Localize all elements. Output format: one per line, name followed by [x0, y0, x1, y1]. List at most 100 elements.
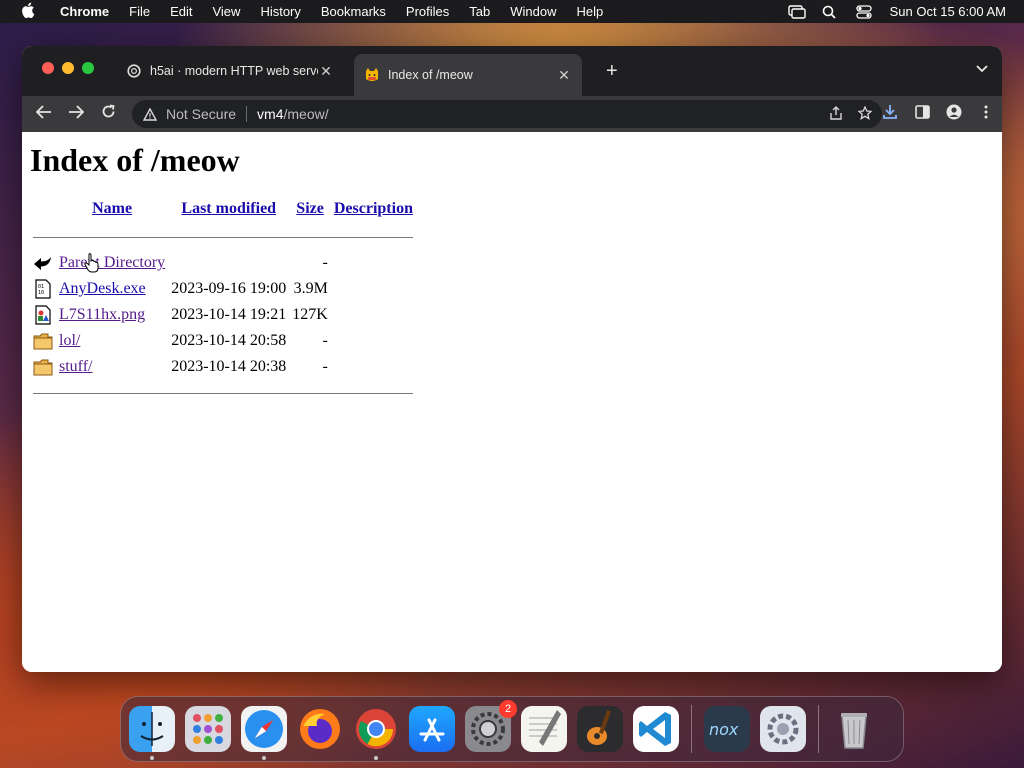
side-panel-icon[interactable] [914, 104, 930, 120]
control-center-icon[interactable] [855, 4, 872, 19]
firefox-icon[interactable] [297, 706, 343, 752]
reload-icon[interactable] [92, 104, 124, 124]
notification-badge: 2 [499, 700, 517, 718]
svg-text:10: 10 [38, 290, 44, 296]
address-bar[interactable]: Not Secure vm4/meow/ [132, 100, 882, 128]
menu-bookmarks[interactable]: Bookmarks [321, 4, 386, 19]
row-size-cell: 3.9M [293, 280, 328, 297]
row-description-cell [331, 250, 416, 276]
folder-link-stuff[interactable]: stuff/ [59, 358, 92, 375]
row-description-cell [331, 328, 416, 354]
finder-icon[interactable] [129, 706, 175, 760]
vscode-icon[interactable] [633, 706, 679, 752]
safari-icon[interactable] [241, 706, 287, 760]
garageband-icon[interactable] [577, 706, 623, 752]
security-label[interactable]: Not Secure [166, 106, 236, 122]
directory-listing-table: Name Last modified Size Description Pare… [30, 194, 416, 406]
menubar-clock[interactable]: Sun Oct 15 6:00 AM [890, 4, 1006, 19]
tab-strip: h5ai · modern HTTP web server ✕ Index of… [22, 46, 1002, 96]
toolbar-actions [882, 104, 994, 120]
row-modified-cell [168, 250, 289, 276]
row-name-cell: L7S11hx.png [56, 302, 168, 328]
row-size-cell: - [322, 254, 328, 271]
separator-row [30, 380, 416, 406]
menu-app-chrome[interactable]: Chrome [60, 4, 109, 19]
back-arrow-icon[interactable] [28, 104, 60, 124]
sort-by-size-link[interactable]: Size [296, 200, 324, 217]
minimize-window-button[interactable] [62, 62, 74, 74]
share-icon[interactable] [830, 106, 842, 123]
svg-text:nox: nox [709, 720, 739, 739]
screen-mirroring-icon[interactable] [787, 4, 806, 19]
table-header-row: Name Last modified Size Description [30, 194, 416, 224]
settings-gear-icon[interactable] [760, 706, 806, 752]
system-preferences-icon[interactable]: 2 [465, 700, 517, 752]
header-modified-cell: Last modified [168, 194, 289, 224]
app-store-icon[interactable] [409, 706, 455, 752]
menu-file[interactable]: File [129, 4, 150, 19]
tab-index-of-meow[interactable]: Index of /meow ✕ [354, 54, 582, 96]
bookmark-star-icon[interactable] [857, 105, 873, 123]
row-name-cell: lol/ [56, 328, 168, 354]
row-description-cell [331, 276, 416, 302]
back-icon [34, 257, 51, 270]
separator-row [30, 224, 416, 250]
file-link-anydesk[interactable]: AnyDesk.exe [59, 280, 146, 297]
window-controls [42, 62, 94, 74]
close-tab-icon[interactable]: ✕ [318, 63, 334, 80]
image-file-icon [35, 305, 51, 325]
table-row: stuff/ 2023-10-14 20:38 - [30, 354, 416, 380]
menu-bar: Chrome File Edit View History Bookmarks … [0, 0, 1024, 23]
page-title: Index of /meow [30, 142, 240, 178]
menu-tab[interactable]: Tab [469, 4, 490, 19]
tab-title: h5ai · modern HTTP web server [150, 64, 318, 78]
row-size-cell: - [322, 358, 328, 375]
tab-h5ai[interactable]: h5ai · modern HTTP web server ✕ [116, 54, 344, 88]
sort-by-last-modified-link[interactable]: Last modified [181, 200, 276, 217]
header-size-cell: Size [289, 194, 331, 224]
nox-player-icon[interactable]: nox [704, 706, 750, 752]
h5ai-favicon-icon [126, 63, 142, 79]
sort-by-name-link[interactable]: Name [92, 200, 132, 217]
menu-view[interactable]: View [212, 4, 240, 19]
tab-title: Index of /meow [388, 68, 473, 82]
spotlight-search-icon[interactable] [822, 5, 838, 19]
row-modified-cell: 2023-10-14 19:21 [171, 306, 287, 323]
not-secure-warning-icon[interactable] [142, 106, 158, 122]
apple-menu-icon[interactable] [18, 2, 38, 22]
row-size-cell: 127K [292, 306, 328, 323]
tab-search-chevron-icon[interactable] [976, 62, 988, 76]
row-name-cell: Parent Directory [56, 250, 168, 276]
menu-window[interactable]: Window [510, 4, 556, 19]
trash-icon[interactable] [831, 706, 877, 752]
chrome-menu-kebab-icon[interactable] [978, 104, 994, 120]
forward-arrow-icon[interactable] [60, 104, 92, 124]
new-tab-plus-icon[interactable]: + [606, 60, 618, 83]
sort-by-description-link[interactable]: Description [334, 200, 413, 217]
dock-separator [818, 705, 819, 753]
folder-link-lol[interactable]: lol/ [59, 332, 80, 349]
row-description-cell [331, 354, 416, 380]
menu-help[interactable]: Help [577, 4, 604, 19]
running-indicator [374, 756, 378, 760]
menu-edit[interactable]: Edit [170, 4, 192, 19]
zoom-window-button[interactable] [82, 62, 94, 74]
close-window-button[interactable] [42, 62, 54, 74]
hand-pointer-cursor-icon [84, 253, 99, 273]
launchpad-icon[interactable] [185, 706, 231, 752]
table-row: L7S11hx.png 2023-10-14 19:21 127K [30, 302, 416, 328]
profile-avatar-icon[interactable] [946, 104, 962, 120]
folder-icon [33, 359, 53, 376]
row-icon-cell [30, 354, 56, 380]
folder-icon [33, 333, 53, 350]
menu-profiles[interactable]: Profiles [406, 4, 449, 19]
parent-directory-link[interactable]: Parent Directory [59, 254, 165, 271]
downloads-icon[interactable] [882, 104, 898, 120]
chrome-icon[interactable] [353, 706, 399, 760]
textedit-icon[interactable] [521, 706, 567, 752]
close-tab-icon[interactable]: ✕ [556, 67, 572, 84]
row-name-cell: AnyDesk.exe [56, 276, 168, 302]
file-link-png[interactable]: L7S11hx.png [59, 306, 145, 323]
dock-separator [691, 705, 692, 753]
menu-history[interactable]: History [260, 4, 300, 19]
